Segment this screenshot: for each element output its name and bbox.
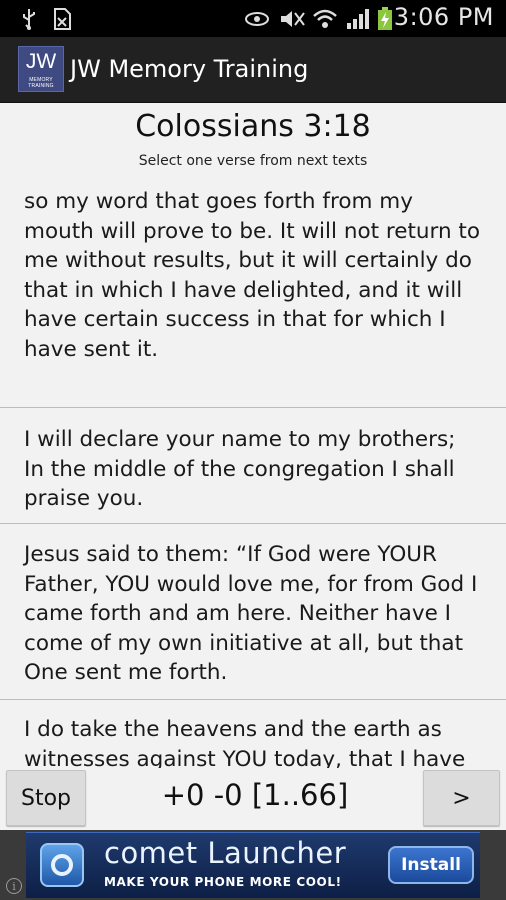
status-time: 3:06 PM bbox=[393, 3, 494, 31]
mute-icon bbox=[278, 7, 306, 31]
ad-area: i comet Launcher MAKE YOUR PHONE MORE CO… bbox=[0, 830, 506, 900]
verse-reference: Colossians 3:18 bbox=[135, 109, 371, 144]
instruction-text: Select one verse from next texts bbox=[138, 153, 368, 169]
comet-launcher-icon bbox=[40, 843, 84, 887]
logo-subtext: MEMORY TRAINING bbox=[28, 77, 54, 89]
app-logo[interactable]: JW MEMORY TRAINING bbox=[18, 46, 64, 92]
app-title: JW Memory Training bbox=[70, 55, 309, 83]
score-display: +0 -0 [1..66] bbox=[161, 778, 349, 812]
ad-info-icon[interactable]: i bbox=[6, 878, 22, 894]
next-button[interactable]: > bbox=[423, 770, 500, 826]
ad-tagline: MAKE YOUR PHONE MORE COOL! bbox=[104, 875, 342, 889]
verse-option-2[interactable]: I will declare your name to my brothers;… bbox=[0, 408, 506, 524]
wifi-icon bbox=[312, 7, 338, 31]
ad-install-button[interactable]: Install bbox=[388, 846, 474, 884]
sd-card-icon bbox=[52, 7, 72, 31]
quiz-content: Colossians 3:18 Select one verse from ne… bbox=[0, 103, 506, 768]
eye-icon bbox=[244, 7, 270, 31]
verse-option-3[interactable]: Jesus said to them: “If God were YOUR Fa… bbox=[0, 524, 506, 700]
ad-title: comet Launcher bbox=[104, 836, 347, 870]
usb-icon bbox=[20, 7, 38, 31]
verse-option-4[interactable]: I do take the heavens and the earth as w… bbox=[0, 700, 506, 768]
stop-button[interactable]: Stop bbox=[6, 770, 86, 826]
verse-options-list[interactable]: so my word that goes forth from my mouth… bbox=[0, 183, 506, 768]
signal-icon bbox=[346, 7, 370, 31]
action-bar: JW MEMORY TRAINING JW Memory Training bbox=[0, 37, 506, 103]
battery-charging-icon bbox=[376, 7, 394, 31]
verse-option-1[interactable]: so my word that goes forth from my mouth… bbox=[0, 183, 506, 408]
ad-banner[interactable]: comet Launcher MAKE YOUR PHONE MORE COOL… bbox=[26, 832, 480, 898]
logo-text: JW bbox=[25, 50, 57, 73]
status-bar: 3:06 PM bbox=[0, 0, 506, 37]
bottom-controls: Stop +0 -0 [1..66] > bbox=[0, 768, 506, 830]
